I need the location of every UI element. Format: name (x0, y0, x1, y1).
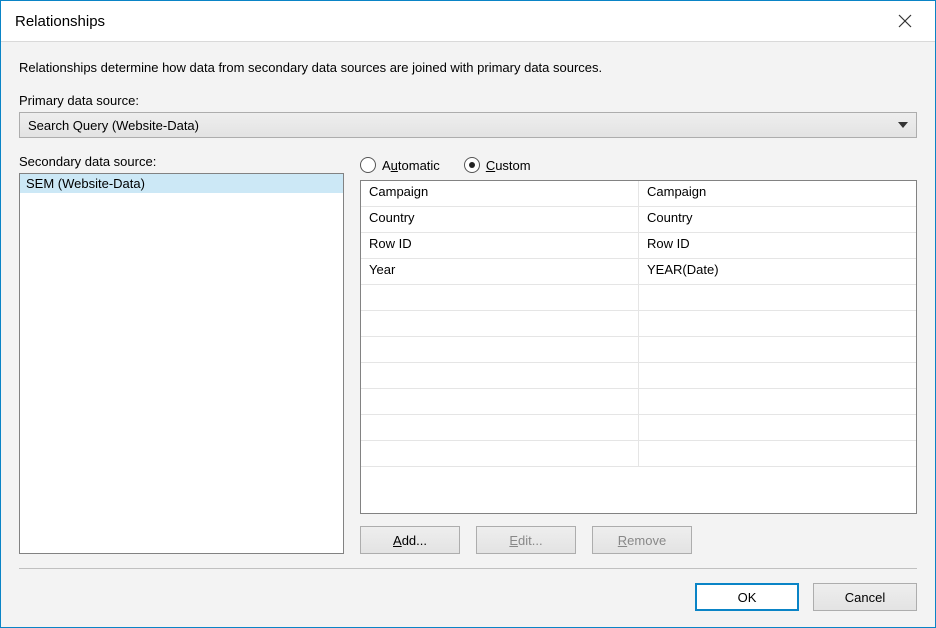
source-field-cell: Row ID (361, 233, 638, 258)
description-text: Relationships determine how data from se… (19, 60, 917, 75)
primary-source-value: Search Query (Website-Data) (28, 118, 199, 133)
table-row[interactable] (361, 337, 916, 363)
radio-custom-label: Custom (486, 158, 531, 173)
target-field-cell (638, 311, 916, 336)
radio-icon (464, 157, 480, 173)
window-title: Relationships (15, 13, 105, 30)
source-field-cell: Country (361, 207, 638, 232)
edit-button[interactable]: Edit... (476, 526, 576, 554)
target-field-cell: Country (638, 207, 916, 232)
list-item[interactable]: SEM (Website-Data) (20, 174, 343, 193)
add-button[interactable]: Add... (360, 526, 460, 554)
table-row[interactable] (361, 311, 916, 337)
source-field-cell (361, 389, 638, 414)
relationships-dialog: Relationships Relationships determine ho… (0, 0, 936, 628)
target-field-cell (638, 441, 916, 466)
source-field-cell (361, 285, 638, 310)
target-field-cell: Campaign (638, 181, 916, 206)
title-bar: Relationships (1, 1, 935, 42)
table-row[interactable] (361, 441, 916, 467)
source-field-cell (361, 415, 638, 440)
close-icon (898, 14, 912, 28)
ok-button[interactable]: OK (695, 583, 799, 611)
table-row[interactable] (361, 389, 916, 415)
source-field-cell: Year (361, 259, 638, 284)
target-field-cell (638, 337, 916, 362)
table-row[interactable]: CountryCountry (361, 207, 916, 233)
table-row[interactable] (361, 363, 916, 389)
table-row[interactable]: CampaignCampaign (361, 181, 916, 207)
table-row[interactable] (361, 285, 916, 311)
radio-automatic[interactable]: Automatic (360, 157, 440, 173)
close-button[interactable] (885, 5, 925, 37)
primary-source-dropdown[interactable]: Search Query (Website-Data) (19, 112, 917, 138)
source-field-cell (361, 337, 638, 362)
mapping-mode-radios: Automatic Custom (360, 154, 917, 176)
radio-custom[interactable]: Custom (464, 157, 531, 173)
mapping-column: Automatic Custom CampaignCampaignCountry… (360, 154, 917, 554)
table-row[interactable] (361, 415, 916, 441)
source-field-cell (361, 441, 638, 466)
secondary-source-label: Secondary data source: (19, 154, 344, 169)
cancel-button[interactable]: Cancel (813, 583, 917, 611)
target-field-cell: YEAR(Date) (638, 259, 916, 284)
source-field-cell: Campaign (361, 181, 638, 206)
source-field-cell (361, 311, 638, 336)
radio-icon (360, 157, 376, 173)
radio-automatic-label: Automatic (382, 158, 440, 173)
radio-dot-icon (469, 162, 475, 168)
target-field-cell (638, 285, 916, 310)
field-buttons: Add... Edit... Remove (360, 526, 917, 554)
dialog-footer: OK Cancel (19, 568, 917, 611)
field-mapping-grid[interactable]: CampaignCampaignCountryCountryRow IDRow … (360, 180, 917, 514)
table-row[interactable]: YearYEAR(Date) (361, 259, 916, 285)
table-row[interactable]: Row IDRow ID (361, 233, 916, 259)
target-field-cell: Row ID (638, 233, 916, 258)
chevron-down-icon (898, 122, 908, 128)
target-field-cell (638, 389, 916, 414)
source-field-cell (361, 363, 638, 388)
primary-source-label: Primary data source: (19, 93, 917, 108)
remove-button[interactable]: Remove (592, 526, 692, 554)
middle-pane: Secondary data source: SEM (Website-Data… (19, 154, 917, 554)
dialog-body: Relationships determine how data from se… (1, 42, 935, 627)
secondary-source-list[interactable]: SEM (Website-Data) (19, 173, 344, 554)
target-field-cell (638, 363, 916, 388)
secondary-column: Secondary data source: SEM (Website-Data… (19, 154, 344, 554)
target-field-cell (638, 415, 916, 440)
